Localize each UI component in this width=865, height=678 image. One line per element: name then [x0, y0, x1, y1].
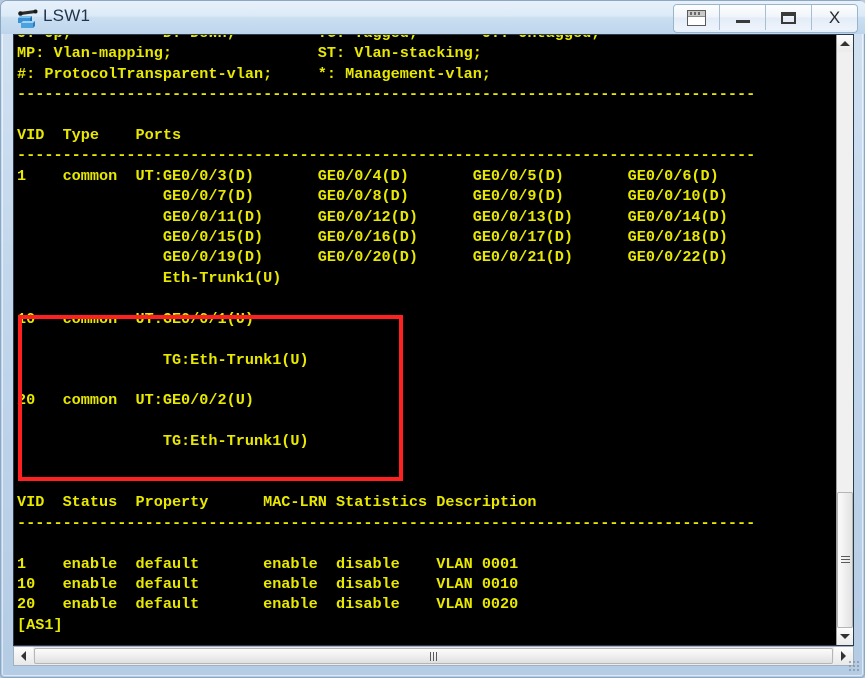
terminal-container: U: Up; D: Down; TG: Tagged; UT: Untagged… — [13, 34, 854, 646]
restore-window-button[interactable] — [674, 5, 720, 30]
terminal-window: LSW1 X U: Up; D: Down; TG: Tagged; UT: U… — [0, 0, 865, 678]
terminal-output-area[interactable]: U: Up; D: Down; TG: Tagged; UT: Untagged… — [14, 35, 837, 645]
minimize-icon — [735, 20, 750, 23]
window-controls: X — [673, 4, 858, 33]
scroll-down-arrow[interactable] — [837, 628, 853, 645]
triangle-right-icon — [841, 651, 846, 661]
restore-icon — [687, 9, 706, 26]
close-button[interactable]: X — [812, 5, 857, 30]
triangle-up-icon — [840, 41, 850, 46]
title-bar[interactable]: LSW1 X — [1, 1, 865, 34]
close-icon: X — [828, 8, 841, 27]
vertical-scrollbar-thumb[interactable] — [837, 492, 853, 628]
window-title: LSW1 — [43, 6, 91, 25]
switch-icon — [18, 9, 38, 28]
maximize-button[interactable] — [766, 5, 812, 30]
horizontal-scrollbar-thumb[interactable] — [34, 648, 833, 664]
grip-icon — [840, 556, 850, 564]
terminal-text: U: Up; D: Down; TG: Tagged; UT: Untagged… — [17, 35, 756, 634]
vertical-scrollbar[interactable] — [836, 35, 853, 645]
horizontal-scrollbar[interactable] — [13, 646, 854, 666]
triangle-down-icon — [840, 634, 850, 639]
minimize-button[interactable] — [720, 5, 766, 30]
grip-icon — [429, 651, 438, 661]
triangle-left-icon — [21, 651, 26, 661]
maximize-icon — [781, 11, 796, 24]
scroll-left-arrow[interactable] — [14, 647, 33, 665]
scroll-up-arrow[interactable] — [837, 35, 853, 52]
resize-grip[interactable] — [848, 660, 861, 673]
